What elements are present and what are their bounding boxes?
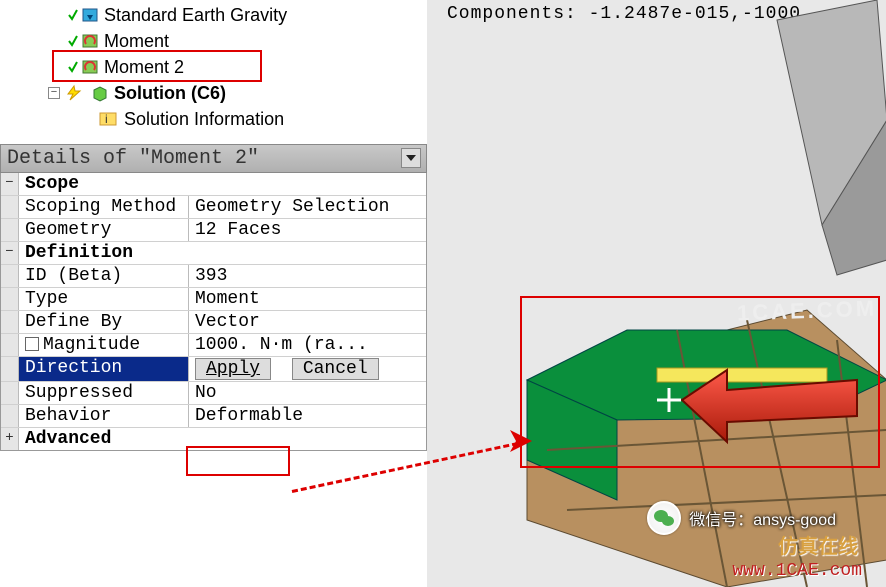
highlight-viewport [520,296,880,468]
row-direction[interactable]: Direction Apply Cancel [1,356,426,381]
callout-arrowhead [510,430,536,456]
header-definition: − Definition [1,241,426,264]
row-magnitude[interactable]: Magnitude 1000. N·m (ra... [1,333,426,356]
row-scoping-method[interactable]: Scoping Method Geometry Selection [1,195,426,218]
tree-item-solinfo[interactable]: i Solution Information [8,106,427,132]
collapse-icon[interactable]: − [1,173,19,195]
model-viewport[interactable] [427,0,886,587]
row-suppressed[interactable]: Suppressed No [1,381,426,404]
row-geometry[interactable]: Geometry 12 Faces [1,218,426,241]
gravity-icon [80,6,100,24]
collapse-icon[interactable]: − [1,242,19,264]
check-icon [68,8,78,22]
lightning-icon [64,84,86,102]
site-url: www.1CAE.com [732,561,862,581]
cancel-button[interactable]: Cancel [292,358,379,380]
tree-dropdown-button[interactable] [401,148,421,168]
checkbox-icon[interactable] [25,337,39,351]
tree-label: Solution (C6) [114,83,226,104]
tree-item-gravity[interactable]: Standard Earth Gravity [8,2,427,28]
apply-button[interactable]: Apply [195,358,271,380]
details-grid: − Scope Scoping Method Geometry Selectio… [0,173,427,451]
check-icon [68,34,78,48]
highlight-apply [186,446,290,476]
moment-icon [80,32,100,50]
tree-label: Standard Earth Gravity [104,5,287,26]
tree-item-solution[interactable]: − Solution (C6) [8,80,427,106]
row-id[interactable]: ID (Beta) 393 [1,264,426,287]
highlight-moment2 [52,50,262,82]
info-icon: i [98,110,120,128]
details-title-text: Details of "Moment 2" [7,147,259,170]
header-scope: − Scope [1,173,426,195]
wechat-icon [647,501,681,535]
expand-icon[interactable]: + [1,428,19,450]
tree-label: Moment [104,31,169,52]
svg-text:i: i [105,112,108,126]
row-defineby[interactable]: Define By Vector [1,310,426,333]
row-behavior[interactable]: Behavior Deformable [1,404,426,427]
row-type[interactable]: Type Moment [1,287,426,310]
chevron-down-icon [406,155,416,161]
collapse-icon[interactable]: − [48,87,60,99]
brand-text: 仿真在线 [778,530,858,559]
details-titlebar: Details of "Moment 2" [0,144,427,173]
cube-icon [90,84,110,102]
tree-label: Solution Information [124,109,284,130]
